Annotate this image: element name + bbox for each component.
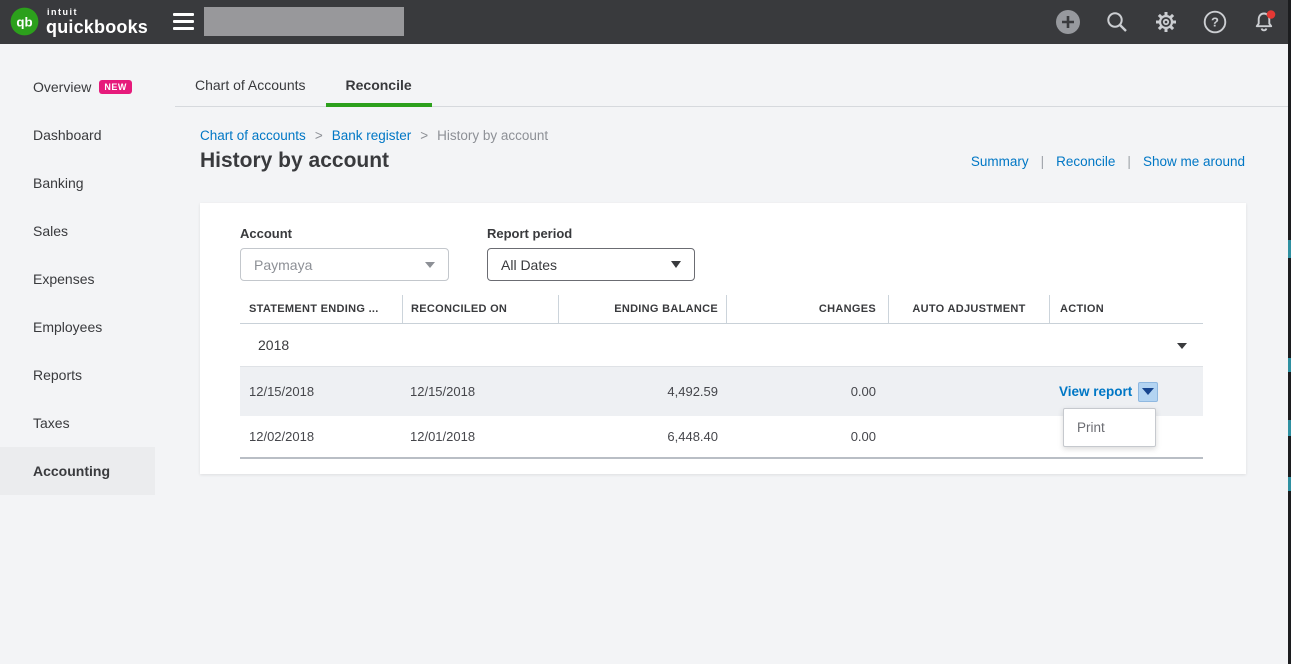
search-icon[interactable] <box>1104 9 1130 35</box>
cell-reconciled-on: 12/01/2018 <box>402 416 558 457</box>
cell-auto-adjustment <box>888 416 1049 457</box>
breadcrumb-separator: > <box>315 128 323 143</box>
breadcrumb: Chart of accounts > Bank register > Hist… <box>200 128 548 143</box>
reconcile-history-table: STATEMENT ENDING ... RECONCILED ON ENDIN… <box>240 295 1203 459</box>
company-name-redacted-block <box>204 7 404 36</box>
sidebar-item-dashboard[interactable]: Dashboard <box>0 111 155 159</box>
col-header-action: ACTION <box>1049 295 1203 323</box>
sidebar-item-banking[interactable]: Banking <box>0 159 155 207</box>
sidebar-item-expenses[interactable]: Expenses <box>0 255 155 303</box>
account-select[interactable]: Paymaya <box>240 248 449 281</box>
sidebar-item-accounting[interactable]: Accounting <box>0 447 155 495</box>
chevron-down-icon <box>425 262 435 268</box>
breadcrumb-bank-register[interactable]: Bank register <box>332 128 412 143</box>
account-label: Account <box>240 226 292 241</box>
breadcrumb-current: History by account <box>437 128 548 143</box>
menu-item-print[interactable]: Print <box>1064 409 1155 446</box>
breadcrumb-separator: > <box>420 128 428 143</box>
qb-logo-icon: qb <box>10 7 39 36</box>
svg-text:?: ? <box>1211 15 1219 30</box>
main-content: Chart of Accounts Reconcile Chart of acc… <box>155 44 1291 664</box>
dropdown-arrow-icon <box>1142 388 1154 395</box>
svg-text:qb: qb <box>16 14 32 29</box>
cell-ending-balance: 4,492.59 <box>558 367 726 416</box>
summary-link[interactable]: Summary <box>971 154 1029 169</box>
col-header-reconciled-on: RECONCILED ON <box>402 295 558 323</box>
sidebar-label: Overview <box>33 79 91 95</box>
action-dropdown-button[interactable] <box>1138 382 1158 402</box>
report-period-select-value: All Dates <box>501 257 557 273</box>
cell-statement-ending: 12/02/2018 <box>240 416 402 457</box>
report-period-select[interactable]: All Dates <box>487 248 695 281</box>
page-title: History by account <box>200 149 389 173</box>
group-label: 2018 <box>258 337 289 353</box>
account-select-value: Paymaya <box>254 257 312 273</box>
show-me-around-link[interactable]: Show me around <box>1143 154 1245 169</box>
tab-reconcile[interactable]: Reconcile <box>326 44 432 107</box>
tab-chart-of-accounts[interactable]: Chart of Accounts <box>175 44 326 107</box>
report-period-label: Report period <box>487 226 572 241</box>
gear-icon[interactable] <box>1153 9 1179 35</box>
table-header-row: STATEMENT ENDING ... RECONCILED ON ENDIN… <box>240 295 1203 324</box>
view-report-link[interactable]: View report <box>1059 384 1132 399</box>
tab-bar: Chart of Accounts Reconcile <box>175 44 1291 107</box>
col-header-ending-balance: ENDING BALANCE <box>558 295 726 323</box>
cell-auto-adjustment <box>888 367 1049 416</box>
cell-ending-balance: 6,448.40 <box>558 416 726 457</box>
quickbooks-app: qb intuit quickbooks <box>0 0 1291 664</box>
top-nav-bar: qb intuit quickbooks <box>0 0 1291 44</box>
quickbooks-logo[interactable]: qb intuit quickbooks <box>10 7 148 36</box>
page-action-links: Summary | Reconcile | Show me around <box>971 154 1245 169</box>
sidebar-item-reports[interactable]: Reports <box>0 351 155 399</box>
reconcile-link[interactable]: Reconcile <box>1056 154 1115 169</box>
table-row: 12/15/2018 12/15/2018 4,492.59 0.00 View… <box>240 367 1203 416</box>
cell-statement-ending: 12/15/2018 <box>240 367 402 416</box>
hamburger-menu-icon[interactable] <box>173 13 194 30</box>
year-group-row-2018[interactable]: 2018 <box>240 324 1203 367</box>
col-header-changes: CHANGES <box>726 295 888 323</box>
sidebar-item-employees[interactable]: Employees <box>0 303 155 351</box>
brand-wordmark: intuit quickbooks <box>46 8 148 36</box>
sidebar-item-overview[interactable]: Overview NEW <box>0 63 155 111</box>
notification-dot <box>1267 10 1276 19</box>
col-header-auto-adjustment: AUTO ADJUSTMENT <box>888 295 1049 323</box>
reconcile-history-card: Account Paymaya Report period All Dates … <box>200 203 1246 474</box>
create-plus-icon[interactable] <box>1055 9 1081 35</box>
sidebar-item-sales[interactable]: Sales <box>0 207 155 255</box>
collapse-caret-icon[interactable] <box>1177 343 1187 349</box>
sidebar-item-taxes[interactable]: Taxes <box>0 399 155 447</box>
cell-reconciled-on: 12/15/2018 <box>402 367 558 416</box>
left-nav-sidebar: Overview NEW Dashboard Banking Sales Exp… <box>0 44 155 664</box>
action-dropdown-menu: Print <box>1063 408 1156 447</box>
chevron-down-icon <box>671 261 681 268</box>
cell-changes: 0.00 <box>726 416 888 457</box>
table-row: 12/02/2018 12/01/2018 6,448.40 0.00 <box>240 416 1203 459</box>
new-badge: NEW <box>99 80 132 94</box>
col-header-statement-ending: STATEMENT ENDING ... <box>240 295 402 323</box>
breadcrumb-chart-of-accounts[interactable]: Chart of accounts <box>200 128 306 143</box>
notifications-bell-icon[interactable] <box>1251 9 1277 35</box>
cell-changes: 0.00 <box>726 367 888 416</box>
help-icon[interactable]: ? <box>1202 9 1228 35</box>
top-icon-group: ? <box>1055 9 1277 35</box>
